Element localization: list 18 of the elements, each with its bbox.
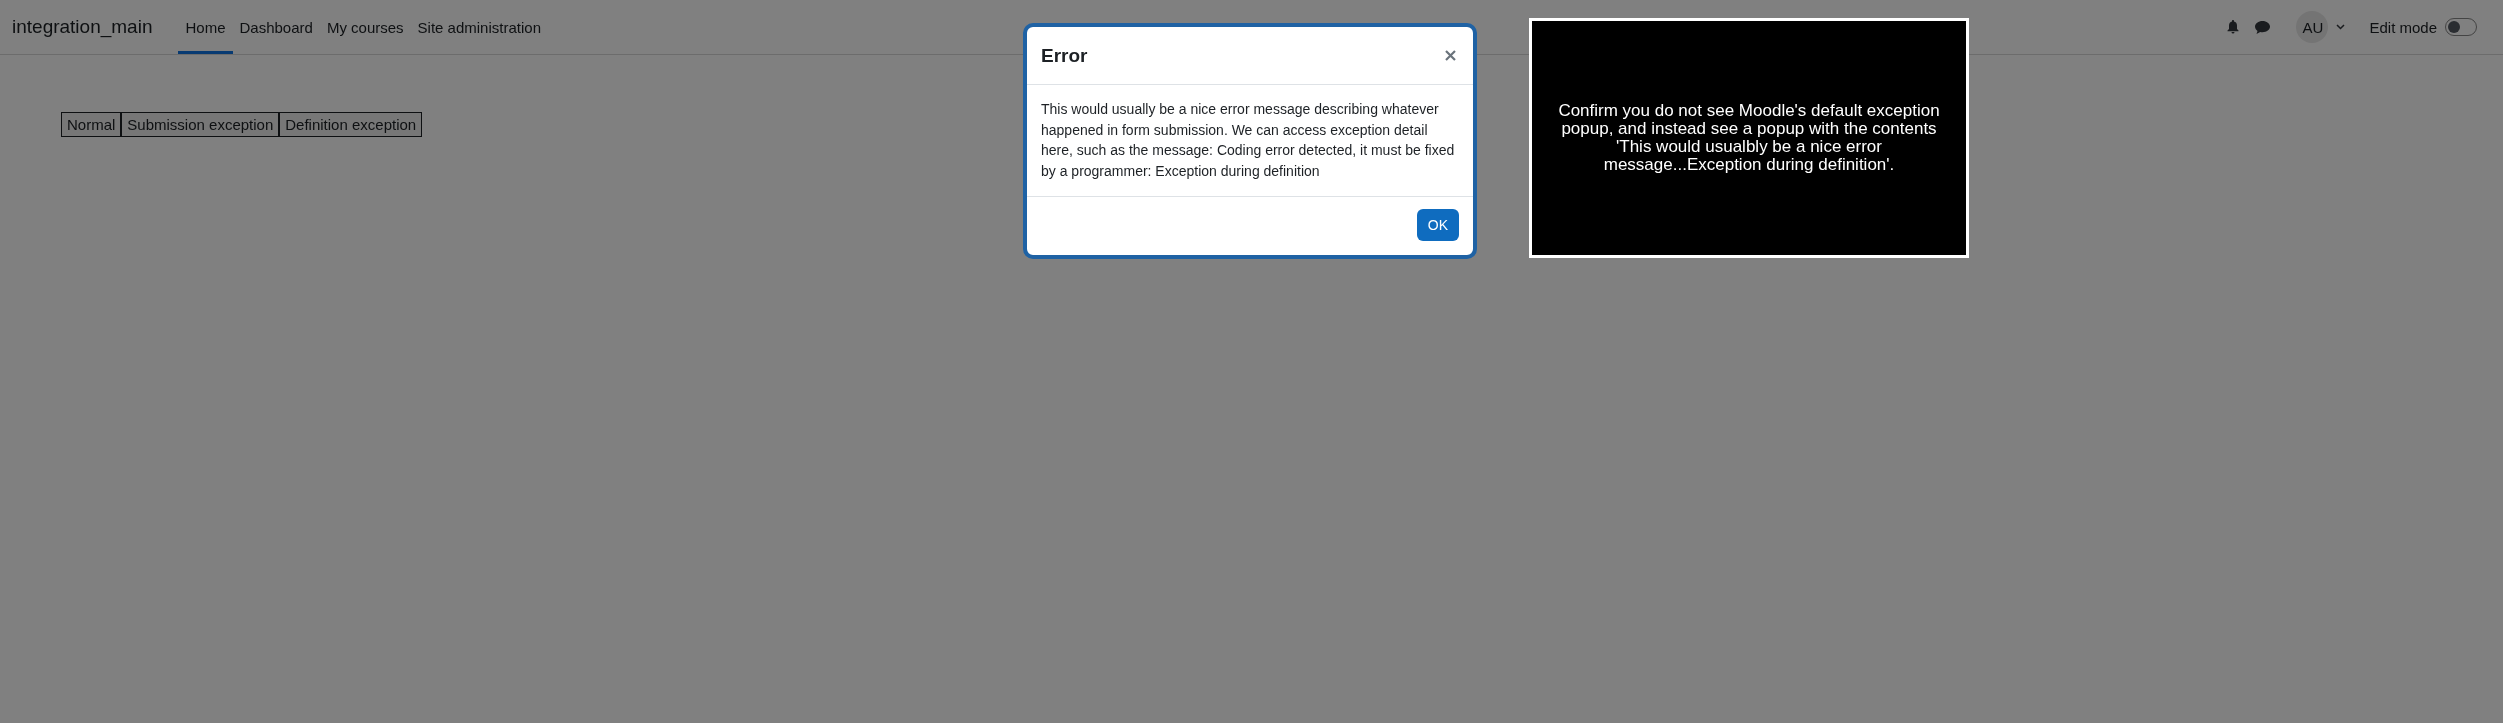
chat-icon[interactable]	[2255, 20, 2271, 34]
nav-link[interactable]: Site administration	[410, 0, 548, 54]
test-button[interactable]: Definition exception	[279, 112, 423, 137]
caret-icon[interactable]	[2336, 24, 2346, 30]
test-button[interactable]: Submission exception	[121, 112, 280, 137]
close-icon[interactable]	[1443, 48, 1458, 63]
user-avatar[interactable]: AU	[2296, 11, 2329, 43]
test-button[interactable]: Normal	[61, 112, 122, 137]
nav-link[interactable]: My courses	[319, 0, 411, 54]
edit-mode-label: Edit mode	[2369, 18, 2437, 36]
ok-button[interactable]: OK	[1416, 209, 1459, 241]
nav-link[interactable]: Home	[178, 0, 233, 54]
dialog-message: This would usually be a nice error message describing whatever happened in form submission. We can access exception detail here, such as the message: Coding error detected, it must be fixed by a programmer: Exception during definition	[1027, 85, 1473, 197]
instruction-text: Confirm you do not see Moodle's default exception popup, and instead see a popup with the contents 'This would usualbly be a nice error message...Exception during definition'.	[1557, 102, 1941, 174]
nav-link[interactable]: Dashboard	[232, 0, 320, 54]
site-name: integration_main	[12, 16, 153, 38]
dialog-title: Error	[1041, 44, 1088, 67]
bell-icon[interactable]	[2227, 20, 2240, 34]
